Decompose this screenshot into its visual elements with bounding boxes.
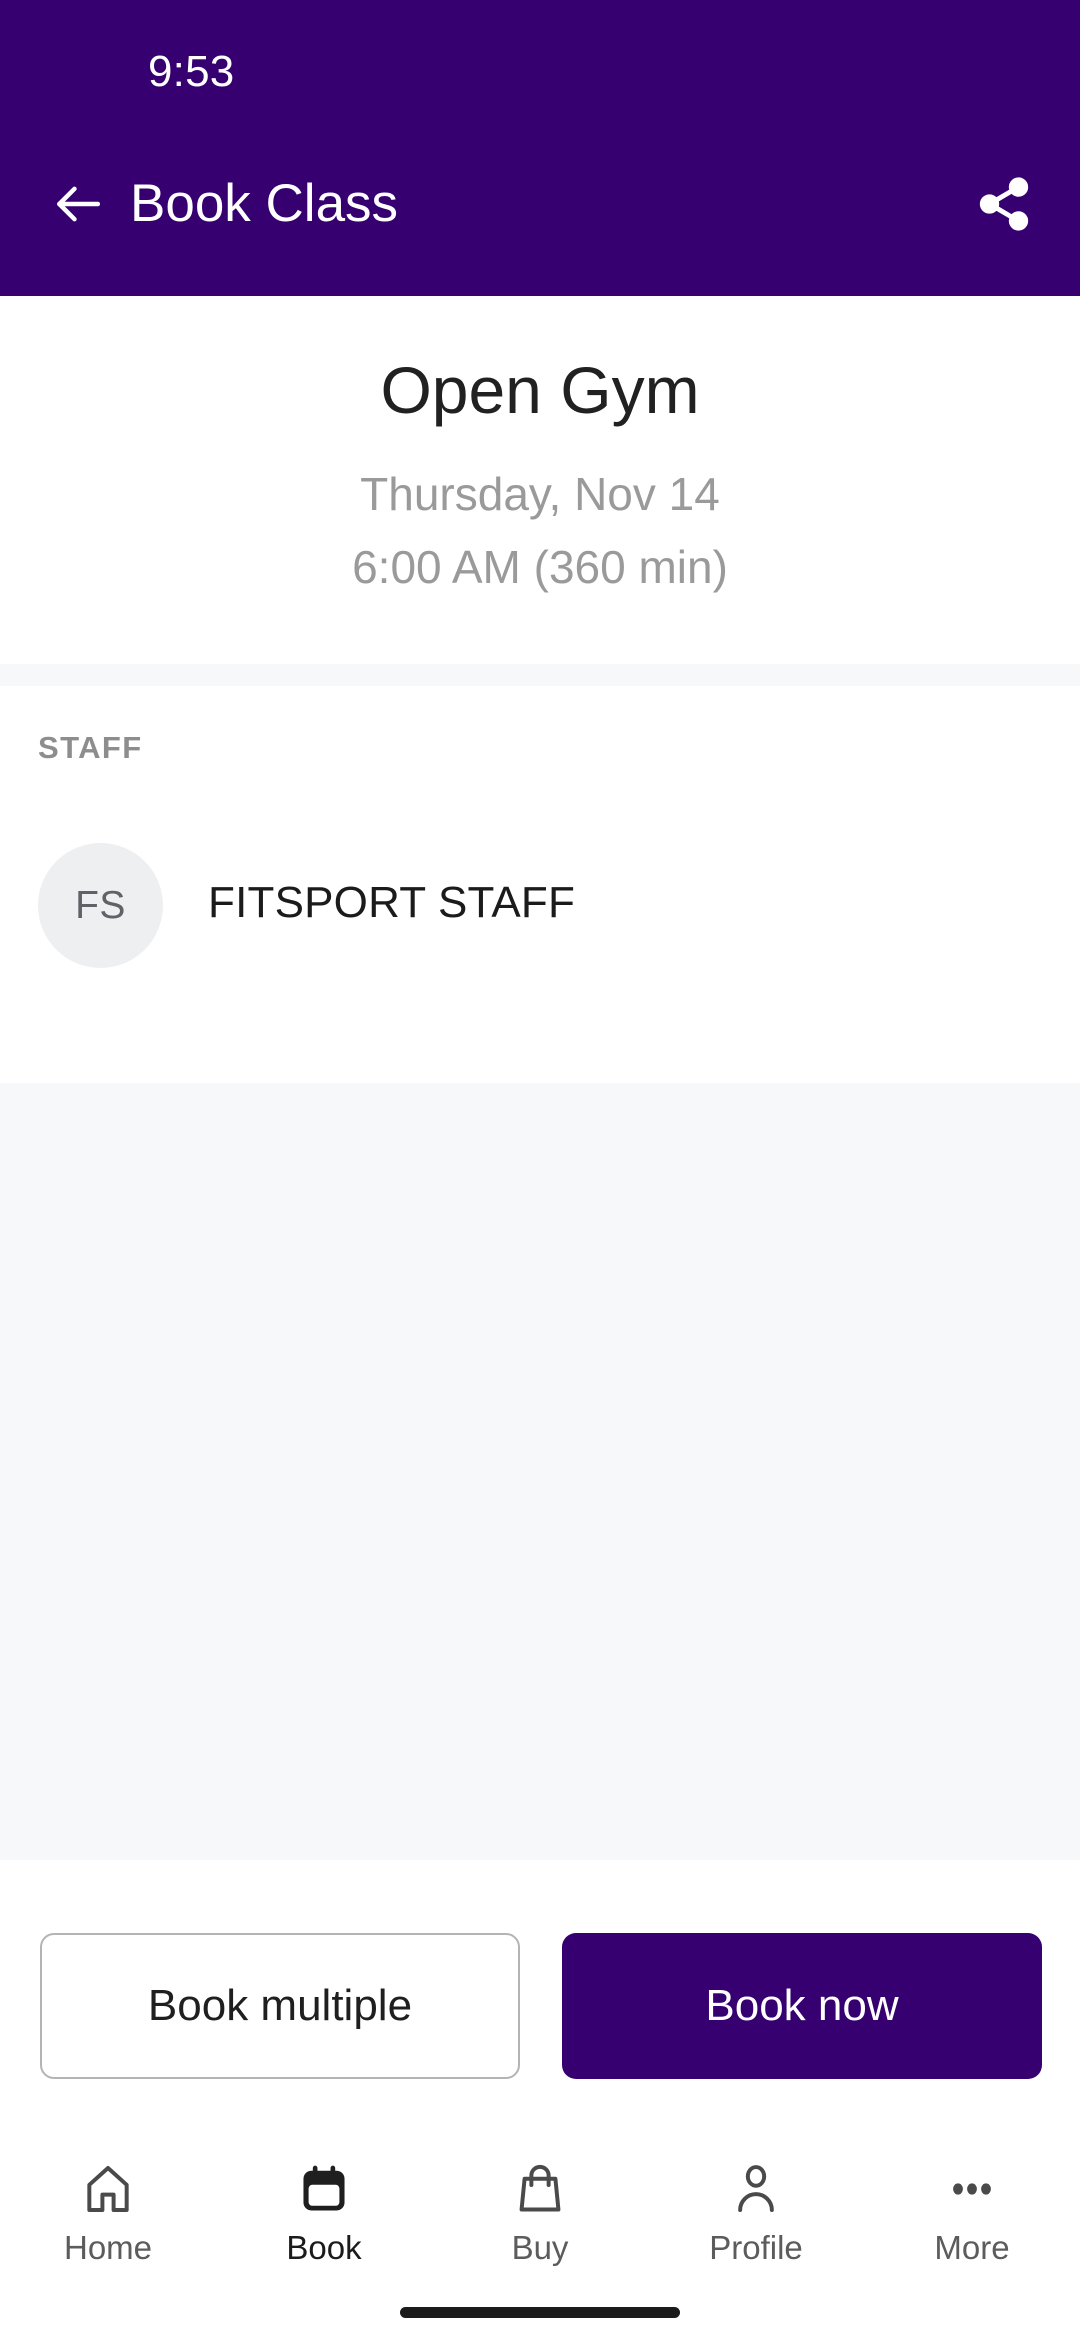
app-bar-title: Book Class — [130, 174, 399, 233]
nav-label-buy: Buy — [511, 2229, 569, 2266]
nav-label-book: Book — [286, 2229, 362, 2266]
phone-screen: 9:53 Book Class Open Gym Thursday, Nov 1… — [0, 0, 1080, 2340]
back-button[interactable] — [38, 164, 118, 244]
more-horizontal-icon — [944, 2158, 1000, 2220]
class-name: Open Gym — [380, 353, 700, 427]
bottom-navigation: Home Book Buy Profile More — [0, 2138, 1080, 2340]
app-bar: Book Class — [0, 112, 1080, 296]
staff-section: STAFF FS FITSPORT STAFF — [0, 686, 1080, 1083]
class-date: Thursday, Nov 14 — [360, 468, 720, 520]
avatar: FS — [38, 843, 163, 968]
nav-item-home[interactable]: Home — [0, 2138, 216, 2340]
status-bar: 9:53 — [0, 0, 1080, 112]
staff-list-item[interactable]: FS FITSPORT STAFF — [0, 841, 1080, 971]
arrow-left-icon — [50, 176, 106, 232]
home-icon — [80, 2158, 136, 2220]
nav-label-more: More — [934, 2229, 1010, 2266]
home-indicator[interactable] — [400, 2307, 680, 2318]
share-icon — [975, 175, 1033, 233]
nav-item-profile[interactable]: Profile — [648, 2138, 864, 2340]
status-bar-clock: 9:53 — [148, 47, 235, 96]
section-divider — [0, 664, 1080, 686]
staff-name: FITSPORT STAFF — [208, 878, 576, 927]
nav-label-profile: Profile — [709, 2229, 803, 2266]
class-time: 6:00 AM (360 min) — [352, 541, 728, 593]
shopping-bag-icon — [512, 2158, 568, 2220]
book-now-button[interactable]: Book now — [562, 1933, 1042, 2079]
nav-item-more[interactable]: More — [864, 2138, 1080, 2340]
staff-section-header: STAFF — [38, 730, 143, 765]
content-empty-area — [0, 1083, 1080, 1860]
class-summary-card: Open Gym Thursday, Nov 14 6:00 AM (360 m… — [0, 296, 1080, 664]
nav-label-home: Home — [63, 2229, 153, 2266]
book-multiple-button[interactable]: Book multiple — [40, 1933, 520, 2079]
action-bar: Book multiple Book now — [0, 1860, 1080, 2138]
person-icon — [728, 2158, 784, 2220]
calendar-icon — [296, 2158, 352, 2220]
share-button[interactable] — [962, 164, 1046, 244]
